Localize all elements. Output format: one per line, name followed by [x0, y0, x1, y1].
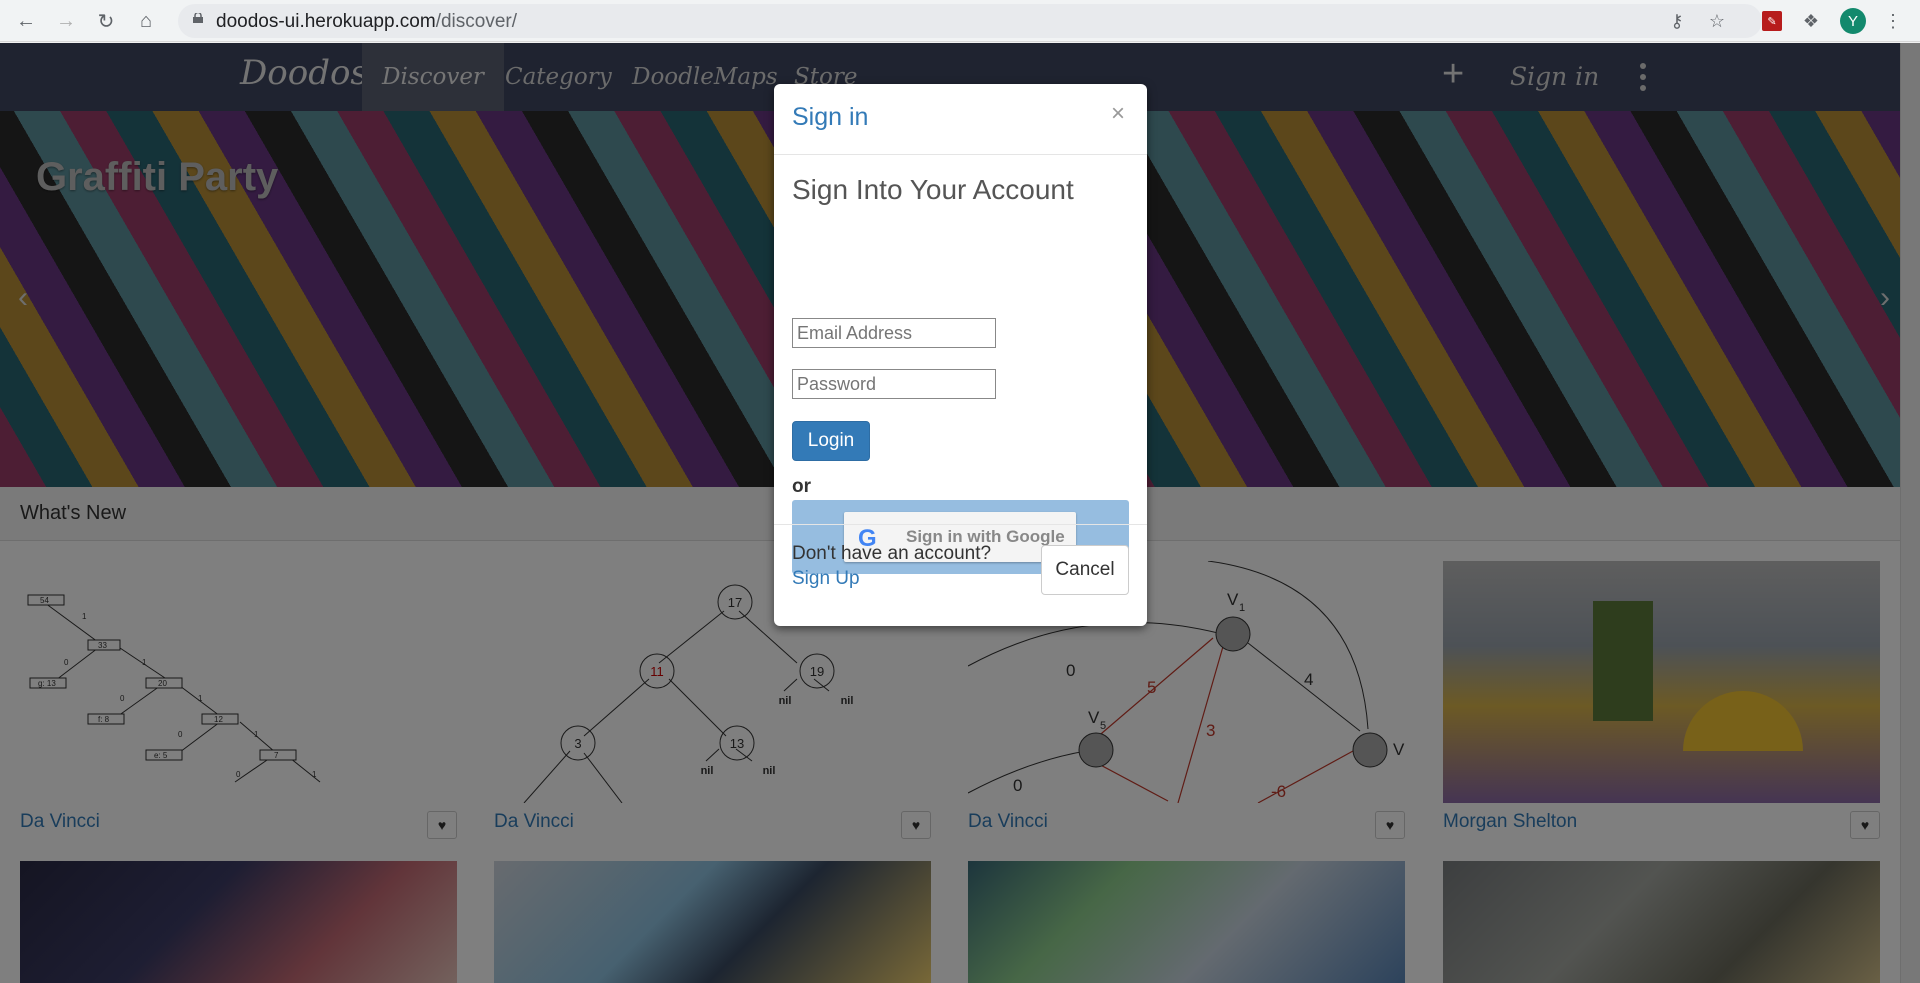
cancel-button[interactable]: Cancel: [1041, 545, 1129, 595]
email-field[interactable]: [792, 318, 996, 348]
modal-header: Sign in ×: [774, 84, 1147, 155]
close-icon[interactable]: ×: [1111, 100, 1125, 128]
password-field[interactable]: [792, 369, 996, 399]
modal-title: Sign in: [792, 103, 869, 131]
browser-toolbar: ← → ↻ ⌂ doodos-ui.herokuapp.com/discover…: [0, 0, 1920, 42]
pdf-extension-icon[interactable]: ✎: [1762, 11, 1782, 31]
no-account-text: Don't have an account?: [792, 543, 992, 564]
menu-icon[interactable]: ⋮: [1880, 8, 1906, 34]
lock-icon: [193, 13, 203, 23]
signup-link[interactable]: Sign Up: [792, 568, 860, 590]
url-text: doodos-ui.herokuapp.com/discover/: [216, 11, 518, 32]
login-button[interactable]: Login: [792, 421, 870, 461]
address-bar[interactable]: doodos-ui.herokuapp.com/discover/ ⚷ ☆: [178, 4, 1762, 38]
signin-modal: Sign in × Sign Into Your Account Login o…: [774, 84, 1147, 626]
forward-icon[interactable]: →: [50, 5, 82, 37]
extensions-icon[interactable]: ❖: [1798, 8, 1824, 34]
back-icon[interactable]: ←: [10, 5, 42, 37]
reload-icon[interactable]: ↻: [90, 5, 122, 37]
profile-avatar[interactable]: Y: [1840, 8, 1866, 34]
or-separator: or: [792, 476, 811, 497]
home-icon[interactable]: ⌂: [130, 5, 162, 37]
key-icon[interactable]: ⚷: [1664, 8, 1690, 34]
form-heading: Sign Into Your Account: [792, 174, 1074, 205]
star-icon[interactable]: ☆: [1704, 8, 1730, 34]
modal-footer: Don't have an account? Sign Up Cancel: [774, 524, 1147, 627]
